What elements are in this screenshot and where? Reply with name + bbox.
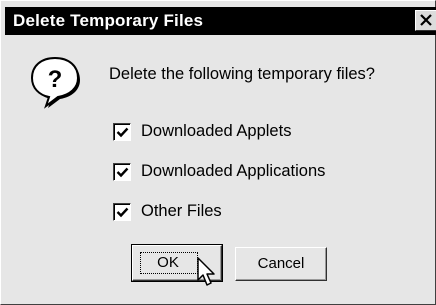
downloaded-applications-checkbox[interactable] bbox=[113, 163, 131, 181]
title-bar[interactable]: Delete Temporary Files bbox=[5, 7, 436, 35]
delete-temporary-files-dialog: Delete Temporary Files ? Delete the foll… bbox=[0, 0, 436, 305]
prompt-text: Delete the following temporary files? bbox=[109, 65, 375, 83]
ok-button-label: OK bbox=[157, 254, 179, 271]
downloaded-applications-label: Downloaded Applications bbox=[141, 162, 326, 180]
mouse-cursor-icon bbox=[197, 257, 215, 286]
other-files-checkbox[interactable] bbox=[113, 203, 131, 221]
dialog-title: Delete Temporary Files bbox=[13, 11, 204, 30]
checkmark-icon bbox=[116, 127, 129, 138]
downloaded-applets-label: Downloaded Applets bbox=[141, 122, 292, 140]
other-files-label: Other Files bbox=[141, 202, 222, 220]
close-icon bbox=[420, 14, 432, 26]
svg-text:?: ? bbox=[48, 66, 63, 93]
question-icon: ? bbox=[30, 56, 80, 109]
checkmark-icon bbox=[116, 207, 129, 218]
cancel-button[interactable]: Cancel bbox=[235, 247, 327, 281]
close-button[interactable] bbox=[415, 10, 436, 31]
downloaded-applets-checkbox[interactable] bbox=[113, 123, 131, 141]
checkmark-icon bbox=[116, 167, 129, 178]
